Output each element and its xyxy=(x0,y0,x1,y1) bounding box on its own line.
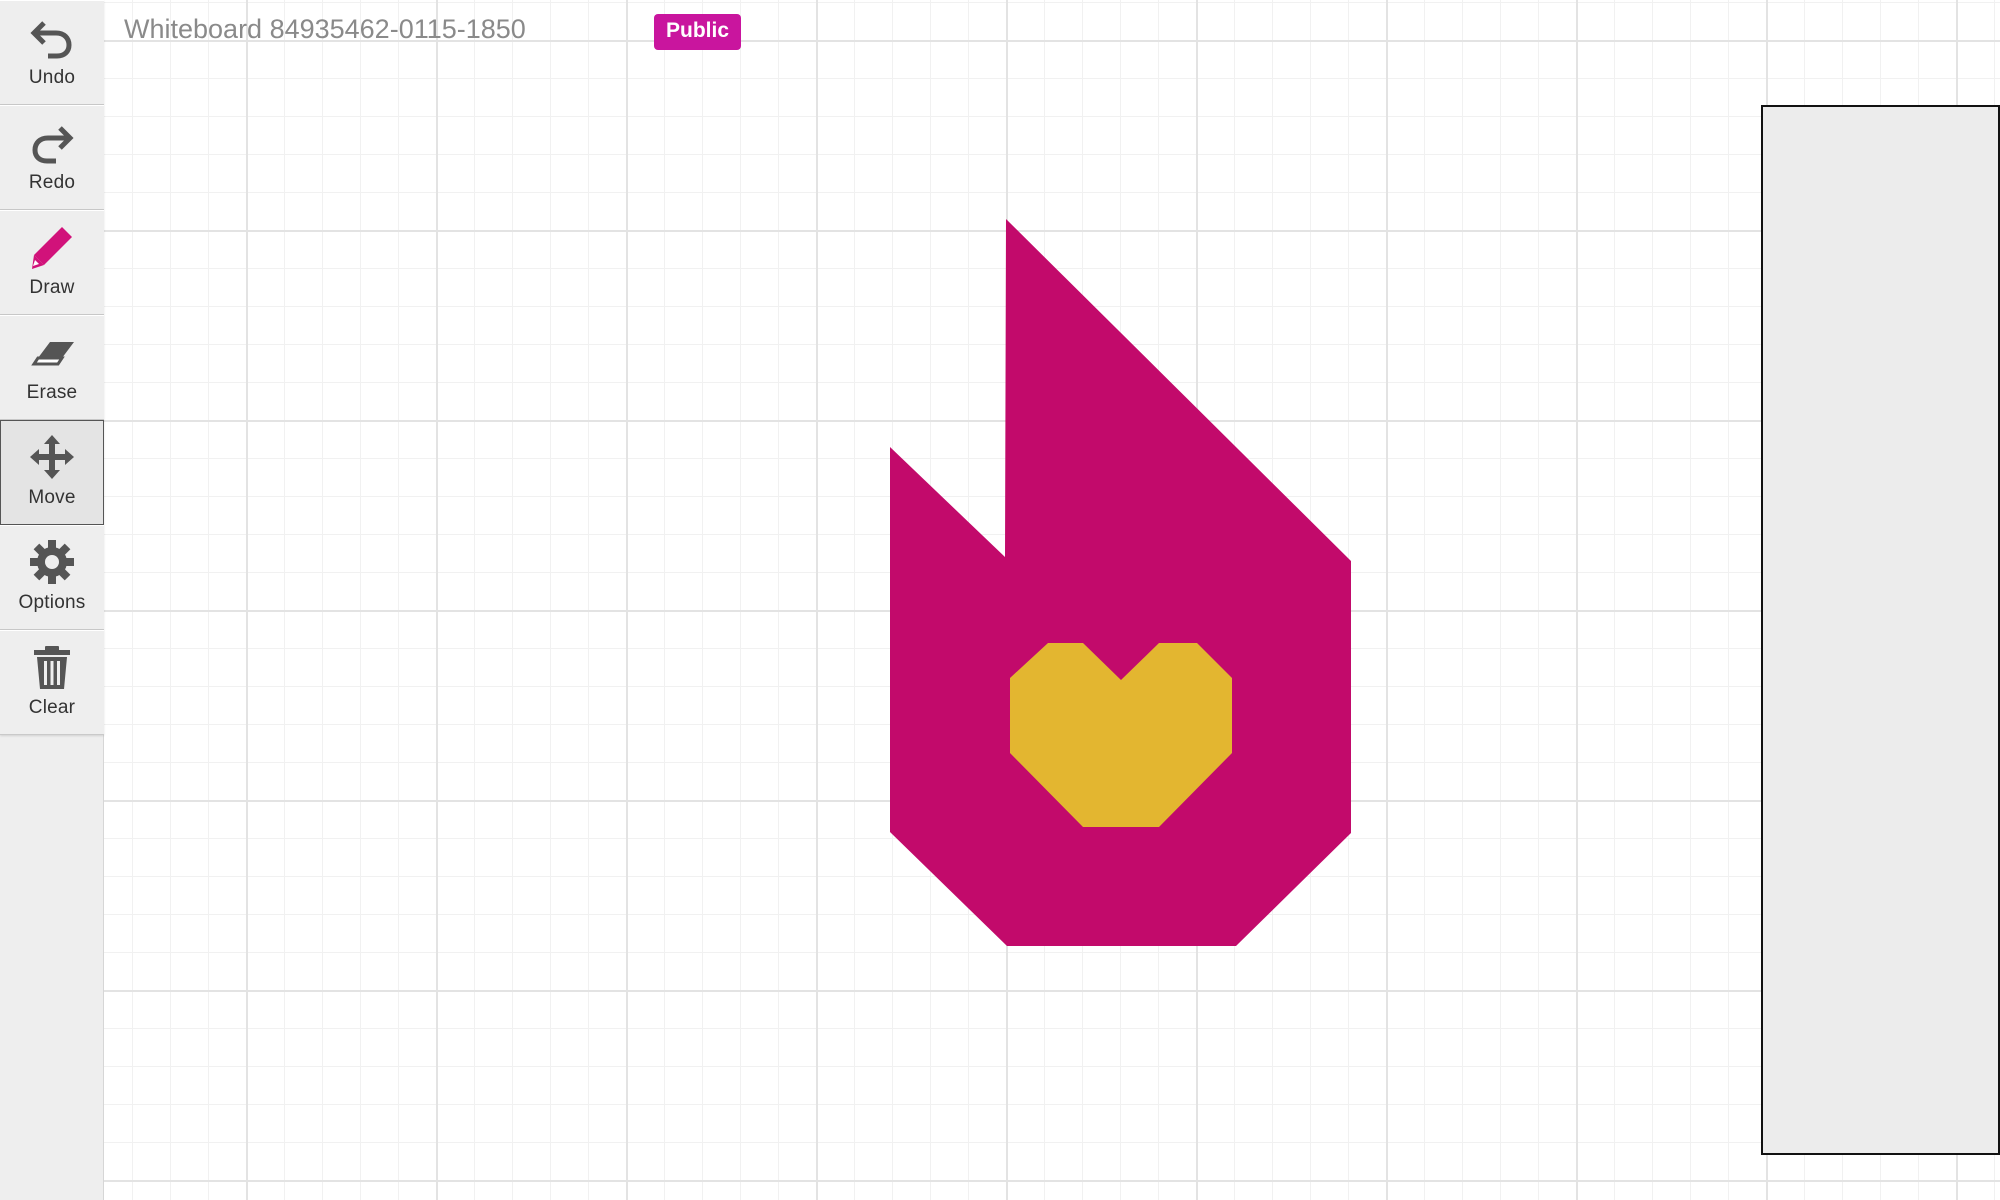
whiteboard-app: Whiteboard 84935462-0115-1850 Public Und… xyxy=(0,0,2000,1200)
undo-button[interactable]: Undo xyxy=(0,0,104,105)
draw-button[interactable]: Draw xyxy=(0,210,104,315)
clear-label: Clear xyxy=(28,697,76,718)
undo-label: Undo xyxy=(28,67,76,88)
drawing-canvas[interactable] xyxy=(104,0,2000,1200)
gear-icon xyxy=(30,540,74,584)
side-panel xyxy=(1761,105,2000,1155)
visibility-badge[interactable]: Public xyxy=(654,14,742,50)
move-label: Move xyxy=(28,487,76,508)
draw-label: Draw xyxy=(29,277,75,298)
drawing-layer[interactable] xyxy=(104,0,2000,1200)
options-label: Options xyxy=(18,592,86,613)
erase-label: Erase xyxy=(26,382,78,403)
undo-icon xyxy=(30,21,72,59)
clear-button[interactable]: Clear xyxy=(0,630,104,735)
redo-label: Redo xyxy=(28,172,76,193)
erase-button[interactable]: Erase xyxy=(0,315,104,420)
move-button[interactable]: Move xyxy=(0,420,104,525)
options-button[interactable]: Options xyxy=(0,525,104,630)
redo-button[interactable]: Redo xyxy=(0,105,104,210)
trash-icon xyxy=(34,646,70,689)
flame-shape[interactable] xyxy=(890,219,1351,946)
move-icon xyxy=(30,435,74,479)
eraser-icon xyxy=(31,342,74,366)
board-title: Whiteboard 84935462-0115-1850 xyxy=(124,14,526,44)
pencil-icon xyxy=(32,227,72,269)
toolbar: Undo Redo Draw Erase Move Options Clear xyxy=(0,0,104,1200)
redo-icon xyxy=(32,126,74,164)
